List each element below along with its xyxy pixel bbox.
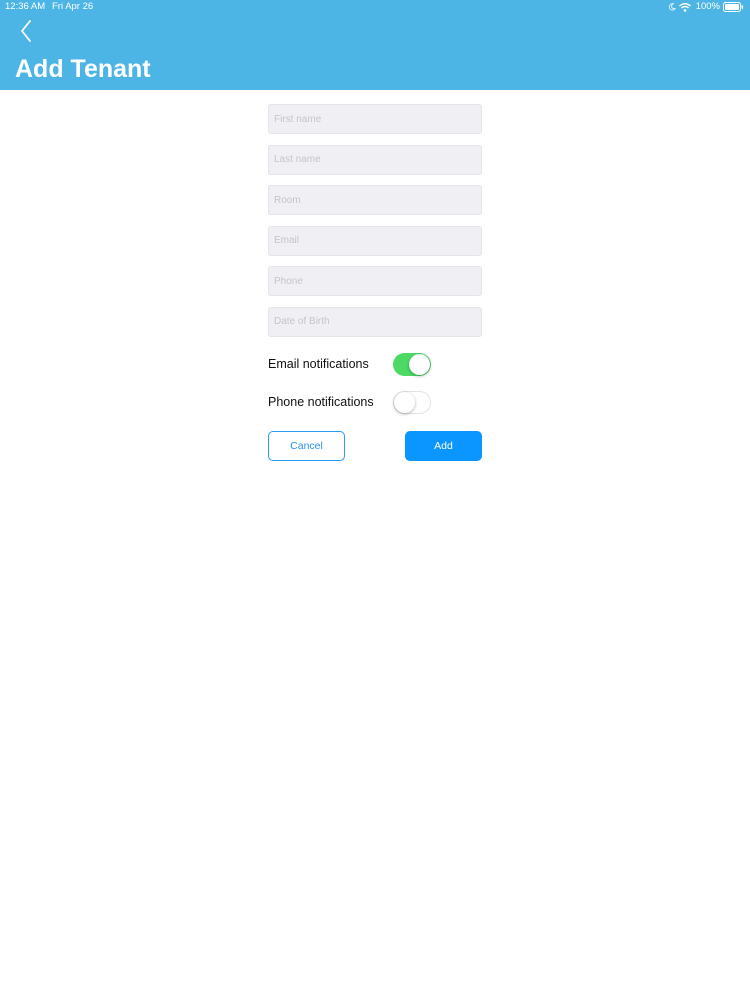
battery-icon: [723, 2, 744, 12]
status-bar: 12:36 AM Fri Apr 26 100%: [0, 0, 750, 14]
room-input[interactable]: [268, 185, 482, 215]
chevron-left-icon: [19, 19, 33, 48]
navigation-header: 12:36 AM Fri Apr 26 100% Add Tenant: [0, 0, 750, 90]
add-button[interactable]: Add: [405, 431, 482, 461]
status-date: Fri Apr 26: [52, 1, 94, 12]
cancel-button[interactable]: Cancel: [268, 431, 345, 461]
first-name-input[interactable]: [268, 104, 482, 134]
last-name-input[interactable]: [268, 144, 482, 175]
status-time: 12:36 AM: [5, 1, 46, 12]
page-title: Add Tenant: [15, 55, 151, 83]
email-notifications-row: Email notifications: [268, 351, 488, 377]
battery-percentage: 100%: [695, 1, 720, 12]
toggle-knob: [394, 391, 415, 413]
phone-notifications-label: Phone notifications: [268, 395, 374, 409]
toggle-knob: [409, 353, 430, 375]
email-notifications-label: Email notifications: [268, 357, 369, 371]
status-indicators: 100%: [668, 0, 744, 14]
back-button[interactable]: [14, 18, 38, 48]
email-notifications-toggle[interactable]: [393, 352, 431, 376]
email-input[interactable]: [268, 225, 482, 256]
phone-notifications-toggle[interactable]: [393, 390, 431, 414]
phone-input[interactable]: [268, 266, 482, 296]
phone-notifications-row: Phone notifications: [268, 389, 488, 415]
add-tenant-form: [268, 104, 482, 347]
wifi-icon: [678, 2, 691, 12]
date-of-birth-input[interactable]: [268, 306, 482, 337]
moon-icon: [668, 3, 676, 11]
